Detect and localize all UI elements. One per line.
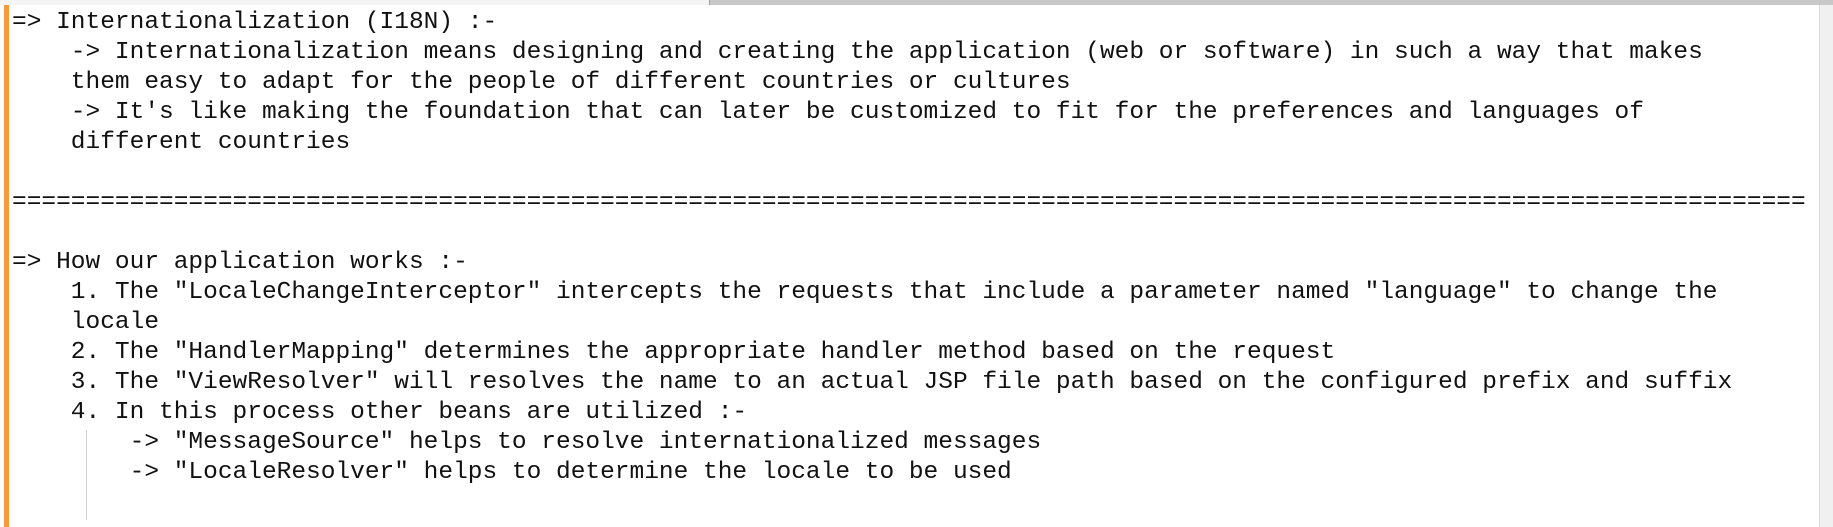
editor-line: -> Internationalization means designing …	[12, 39, 1703, 66]
editor-line: => Internationalization (I18N) :-	[12, 9, 498, 36]
separator-line: ========================================…	[12, 189, 1806, 216]
editor-line: different countries	[12, 129, 351, 156]
editor-line: 4. In this process other beans are utili…	[12, 399, 748, 426]
editor-line: -> It's like making the foundation that …	[12, 99, 1644, 126]
editor-line: 3. The "ViewResolver" will resolves the …	[12, 369, 1733, 396]
editor-line: -> "MessageSource" helps to resolve inte…	[12, 429, 1042, 456]
editor-line: them easy to adapt for the people of dif…	[12, 69, 1071, 96]
editor-line: -> "LocaleResolver" helps to determine t…	[12, 459, 1012, 486]
indent-guide	[86, 430, 87, 520]
editor-line: => How our application works :-	[12, 249, 468, 276]
vertical-scrollbar[interactable]	[1819, 5, 1833, 527]
change-history-bar	[4, 5, 9, 527]
text-editor[interactable]: => Internationalization (I18N) :- -> Int…	[12, 5, 1812, 527]
editor-line: locale	[12, 309, 160, 336]
editor-line: 2. The "HandlerMapping" determines the a…	[12, 339, 1336, 366]
editor-line: 1. The "LocaleChangeInterceptor" interce…	[12, 279, 1718, 306]
